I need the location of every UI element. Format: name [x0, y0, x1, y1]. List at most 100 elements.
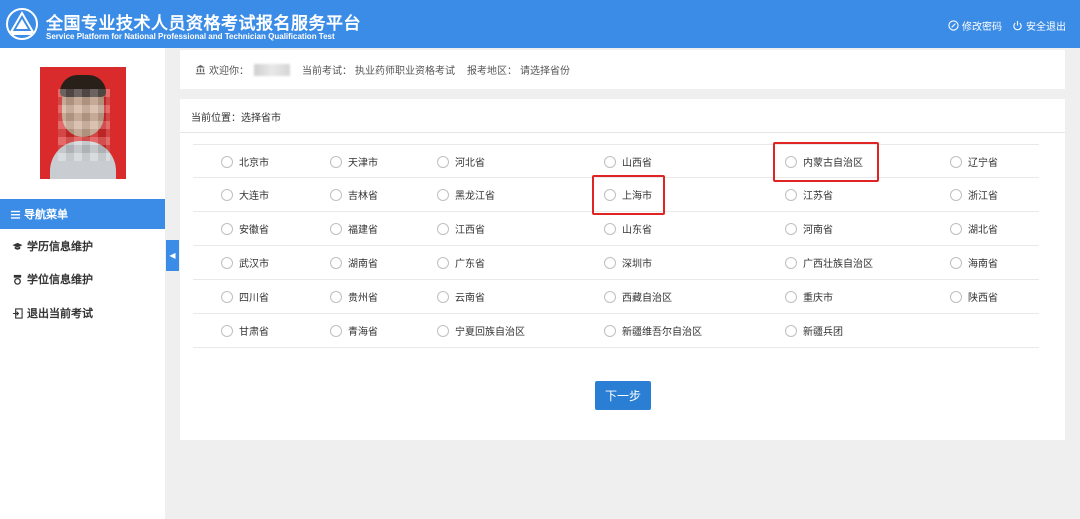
province-option[interactable]: 辽宁省 [950, 145, 998, 178]
province-selection-panel: 当前位置：选择省市 北京市 天津市 河北省 山西省 内蒙古自治区 辽宁省 大连市 吉林省 黑龙江… [180, 99, 1065, 440]
province-radio[interactable] [604, 290, 616, 303]
province-radio[interactable] [785, 324, 797, 337]
province-option[interactable]: 武汉市 [221, 246, 269, 279]
province-radio[interactable] [785, 155, 797, 168]
user-photo [40, 67, 126, 179]
province-radio[interactable] [330, 256, 342, 269]
province-option[interactable]: 大连市 [221, 178, 269, 211]
province-radio[interactable] [437, 290, 449, 303]
sidebar-item-education[interactable]: 学历信息维护 [0, 233, 165, 259]
next-step-button[interactable]: 下一步 [595, 381, 651, 410]
province-label: 内蒙古自治区 [803, 158, 863, 169]
province-option[interactable]: 西藏自治区 [604, 280, 672, 313]
province-option[interactable]: 北京市 [221, 145, 269, 178]
top-header: 全国专业技术人员资格考试报名服务平台 Service Platform for … [0, 0, 1080, 48]
province-option[interactable]: 内蒙古自治区 [785, 145, 863, 178]
province-option[interactable]: 浙江省 [950, 178, 998, 211]
province-option[interactable]: 山西省 [604, 145, 652, 178]
province-row: 北京市 天津市 河北省 山西省 内蒙古自治区 辽宁省 [193, 142, 1039, 182]
province-row: 大连市 吉林省 黑龙江省 上海市 江苏省 浙江省 [193, 175, 1039, 215]
province-option[interactable]: 江西省 [437, 212, 485, 245]
province-option[interactable]: 天津市 [330, 145, 378, 178]
sidebar-collapse-toggle[interactable]: ◀ [166, 240, 179, 271]
province-label: 河北省 [455, 158, 485, 169]
province-option[interactable]: 甘肃省 [221, 314, 269, 347]
province-label: 天津市 [348, 158, 378, 169]
province-option[interactable]: 河北省 [437, 145, 485, 178]
province-radio[interactable] [221, 290, 233, 303]
exit-icon [12, 307, 23, 319]
province-radio[interactable] [330, 222, 342, 235]
province-option[interactable]: 宁夏回族自治区 [437, 314, 525, 347]
platform-title: 全国专业技术人员资格考试报名服务平台 [46, 14, 361, 34]
province-radio[interactable] [221, 256, 233, 269]
province-radio[interactable] [785, 222, 797, 235]
province-label: 青海省 [348, 327, 378, 338]
province-option[interactable]: 江苏省 [785, 178, 833, 211]
province-radio[interactable] [221, 324, 233, 337]
province-option[interactable]: 山东省 [604, 212, 652, 245]
province-label: 广东省 [455, 259, 485, 270]
province-option[interactable]: 云南省 [437, 280, 485, 313]
province-radio[interactable] [437, 155, 449, 168]
province-radio[interactable] [950, 256, 962, 269]
province-option[interactable]: 广东省 [437, 246, 485, 279]
province-radio[interactable] [785, 256, 797, 269]
sidebar-item-degree[interactable]: 学位信息维护 [0, 266, 165, 292]
province-label: 深圳市 [622, 259, 652, 270]
province-label: 安徽省 [239, 225, 269, 236]
province-option[interactable]: 重庆市 [785, 280, 833, 313]
province-option[interactable]: 青海省 [330, 314, 378, 347]
province-option[interactable]: 广西壮族自治区 [785, 246, 873, 279]
province-radio[interactable] [604, 188, 616, 201]
region-segment: 报考地区： 请选择省份 [467, 62, 570, 77]
province-radio[interactable] [950, 188, 962, 201]
province-option[interactable]: 黑龙江省 [437, 178, 495, 211]
collapse-arrow-icon: ◀ [169, 251, 176, 260]
province-option[interactable]: 河南省 [785, 212, 833, 245]
nav-menu-label: 导航菜单 [24, 208, 68, 221]
province-radio[interactable] [785, 188, 797, 201]
province-option[interactable]: 安徽省 [221, 212, 269, 245]
province-radio[interactable] [604, 256, 616, 269]
province-label: 北京市 [239, 158, 269, 169]
province-option[interactable]: 贵州省 [330, 280, 378, 313]
province-radio[interactable] [604, 222, 616, 235]
province-option[interactable]: 海南省 [950, 246, 998, 279]
province-radio[interactable] [950, 290, 962, 303]
province-option[interactable]: 陕西省 [950, 280, 998, 313]
province-option[interactable]: 新疆兵团 [785, 314, 843, 347]
province-label: 武汉市 [239, 259, 269, 270]
province-option[interactable]: 上海市 [604, 178, 652, 211]
province-radio[interactable] [437, 256, 449, 269]
exam-info-bar: 欢迎你： 当前考试： 执业药师职业资格考试 报考地区： 请选择省份 [180, 50, 1065, 89]
province-radio[interactable] [785, 290, 797, 303]
province-radio[interactable] [330, 188, 342, 201]
province-radio[interactable] [950, 222, 962, 235]
province-radio[interactable] [604, 324, 616, 337]
province-option[interactable]: 四川省 [221, 280, 269, 313]
province-radio[interactable] [437, 324, 449, 337]
platform-subtitle: Service Platform for National Profession… [46, 32, 335, 41]
province-radio[interactable] [221, 155, 233, 168]
logout-label: 安全退出 [1026, 22, 1066, 33]
province-radio[interactable] [437, 222, 449, 235]
province-row: 甘肃省 青海省 宁夏回族自治区 新疆维吾尔自治区 新疆兵团 [193, 314, 1039, 348]
province-radio[interactable] [604, 155, 616, 168]
province-radio[interactable] [950, 155, 962, 168]
province-radio[interactable] [330, 324, 342, 337]
province-option[interactable]: 湖北省 [950, 212, 998, 245]
change-password-button[interactable]: 修改密码 [948, 18, 1002, 33]
province-option[interactable]: 深圳市 [604, 246, 652, 279]
province-option[interactable]: 福建省 [330, 212, 378, 245]
province-radio[interactable] [330, 155, 342, 168]
logout-button[interactable]: 安全退出 [1012, 18, 1066, 33]
province-option[interactable]: 吉林省 [330, 178, 378, 211]
province-radio[interactable] [330, 290, 342, 303]
province-option[interactable]: 湖南省 [330, 246, 378, 279]
province-option[interactable]: 新疆维吾尔自治区 [604, 314, 702, 347]
province-radio[interactable] [437, 188, 449, 201]
province-radio[interactable] [221, 222, 233, 235]
province-radio[interactable] [221, 188, 233, 201]
sidebar-item-exit-exam[interactable]: 退出当前考试 [0, 300, 165, 326]
